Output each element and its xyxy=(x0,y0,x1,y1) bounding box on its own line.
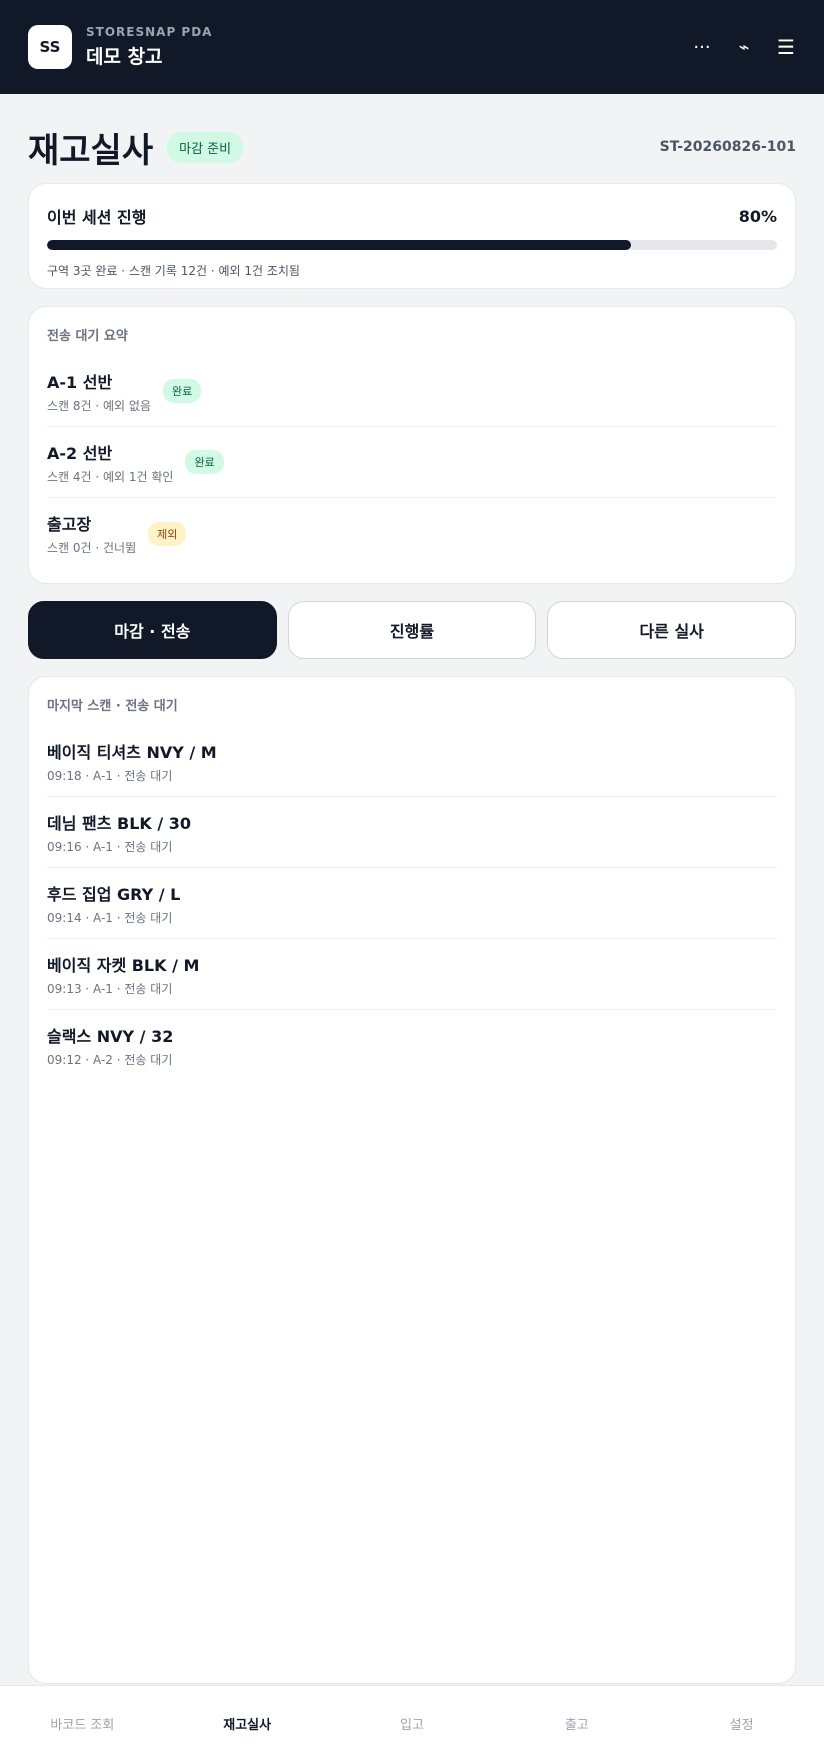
summary-item-text: 출고장 스캔 0건 · 건너뜀 xyxy=(47,511,136,556)
page-title: 재고실사 xyxy=(28,130,154,171)
bottom-tab-bar: 바코드 조회 재고실사 입고 출고 설정 xyxy=(0,1685,824,1760)
summary-item-text: A-1 선반 스캔 8건 · 예외 없음 xyxy=(47,369,151,414)
scan-item-meta: 09:16 · A-1 · 전송 대기 xyxy=(47,839,173,854)
progress-header: 이번 세션 진행 80% xyxy=(47,204,777,228)
summary-label: 전송 대기 요약 xyxy=(47,329,128,344)
tab-settings[interactable]: 설정 xyxy=(659,1714,824,1733)
title-row: 재고실사 마감 준비 ST-20260826-101 xyxy=(28,122,796,172)
scan-list: 베이직 티셔츠 NVY / M 09:18 · A-1 · 전송 대기 데님 팬… xyxy=(47,726,777,1081)
progress-percent: 80% xyxy=(738,206,777,226)
summary-item-a1[interactable]: A-1 선반 스캔 8건 · 예외 없음 완료 xyxy=(47,356,777,427)
tab-inbound[interactable]: 입고 xyxy=(330,1714,495,1733)
list-item[interactable]: 슬랙스 NVY / 32 09:12 · A-2 · 전송 대기 xyxy=(47,1010,777,1081)
progress-button[interactable]: 진행률 xyxy=(287,601,537,659)
scan-item-name: 슬랙스 NVY / 32 xyxy=(47,1027,174,1046)
summary-item-dock[interactable]: 출고장 스캔 0건 · 건너뜀 제외 xyxy=(47,498,777,569)
progress-bar-fill xyxy=(47,240,631,250)
summary-item-a2[interactable]: A-2 선반 스캔 4건 · 예외 1건 확인 완료 xyxy=(47,427,777,498)
progress-label: 이번 세션 진행 xyxy=(47,208,147,227)
action-buttons: 마감 · 전송 진행률 다른 실사 xyxy=(28,601,797,659)
recent-scans-label: 마지막 스캔 · 전송 대기 xyxy=(47,699,178,714)
status-badge-skipped: 제외 xyxy=(148,521,187,546)
progress-card: 이번 세션 진행 80% 구역 3곳 완료 · 스캔 기록 12건 · 예외 1… xyxy=(28,183,796,289)
app-header: SS STORESNAP PDA 데모 창고 ··· ⌁ ☰ xyxy=(0,0,824,94)
tab-barcode-lookup[interactable]: 바코드 조회 xyxy=(0,1714,165,1733)
scan-item-meta: 09:18 · A-1 · 전송 대기 xyxy=(47,768,173,783)
summary-item-meta: 스캔 8건 · 예외 없음 xyxy=(47,398,151,413)
tab-outbound[interactable]: 출고 xyxy=(494,1714,659,1733)
scan-item-meta: 09:14 · A-1 · 전송 대기 xyxy=(47,910,173,925)
signal-icon[interactable]: ⌁ xyxy=(734,37,754,58)
scan-item-name: 베이직 자켓 BLK / M xyxy=(47,955,200,975)
scan-item-name: 베이직 티셔츠 NVY / M xyxy=(47,742,217,762)
list-item[interactable]: 베이직 자켓 BLK / M 09:13 · A-1 · 전송 대기 xyxy=(47,939,777,1010)
status-badge-done: 완료 xyxy=(163,379,202,403)
more-icon[interactable]: ··· xyxy=(692,37,712,58)
scan-item-name: 데님 팬츠 BLK / 30 xyxy=(47,813,192,833)
status-badge: 마감 준비 xyxy=(167,131,244,163)
other-count-button[interactable]: 다른 실사 xyxy=(547,601,797,659)
scan-item-meta: 09:13 · A-1 · 전송 대기 xyxy=(47,981,173,996)
summary-item-name: 출고장 xyxy=(47,515,92,534)
list-item[interactable]: 후드 집업 GRY / L 09:14 · A-1 · 전송 대기 xyxy=(47,868,777,939)
scan-item-name: 후드 집업 GRY / L xyxy=(47,884,181,904)
progress-bar xyxy=(47,240,777,250)
list-item[interactable]: 데님 팬츠 BLK / 30 09:16 · A-1 · 전송 대기 xyxy=(47,797,777,868)
close-send-button[interactable]: 마감 · 전송 xyxy=(28,601,277,659)
recent-scans-card: 마지막 스캔 · 전송 대기 베이직 티셔츠 NVY / M 09:18 · A… xyxy=(28,676,796,1684)
brand-block: STORESNAP PDA 데모 창고 xyxy=(86,25,212,69)
app-logo: SS xyxy=(28,25,72,69)
summary-item-name: A-1 선반 xyxy=(47,372,113,392)
summary-card: 전송 대기 요약 A-1 선반 스캔 8건 · 예외 없음 완료 A-2 선반 … xyxy=(28,306,796,584)
header-actions: ··· ⌁ ☰ xyxy=(692,35,796,59)
progress-note: 구역 3곳 완료 · 스캔 기록 12건 · 예외 1건 조치됨 xyxy=(47,264,300,278)
summary-item-text: A-2 선반 스캔 4건 · 예외 1건 확인 xyxy=(47,440,173,485)
summary-item-meta: 스캔 4건 · 예외 1건 확인 xyxy=(47,469,174,484)
scan-item-meta: 09:12 · A-2 · 전송 대기 xyxy=(47,1053,173,1067)
summary-item-name: A-2 선반 xyxy=(47,443,113,463)
session-id: ST-20260826-101 xyxy=(659,139,796,155)
list-item[interactable]: 베이직 티셔츠 NVY / M 09:18 · A-1 · 전송 대기 xyxy=(47,726,777,797)
summary-item-meta: 스캔 0건 · 건너뜀 xyxy=(47,541,137,555)
tab-stock-count[interactable]: 재고실사 xyxy=(165,1714,330,1733)
status-badge-done: 완료 xyxy=(185,450,224,474)
menu-icon[interactable]: ☰ xyxy=(776,35,796,59)
warehouse-name: 데모 창고 xyxy=(86,46,163,68)
app-name: STORESNAP PDA xyxy=(86,25,213,39)
summary-list: A-1 선반 스캔 8건 · 예외 없음 완료 A-2 선반 스캔 4건 · 예… xyxy=(47,356,777,569)
